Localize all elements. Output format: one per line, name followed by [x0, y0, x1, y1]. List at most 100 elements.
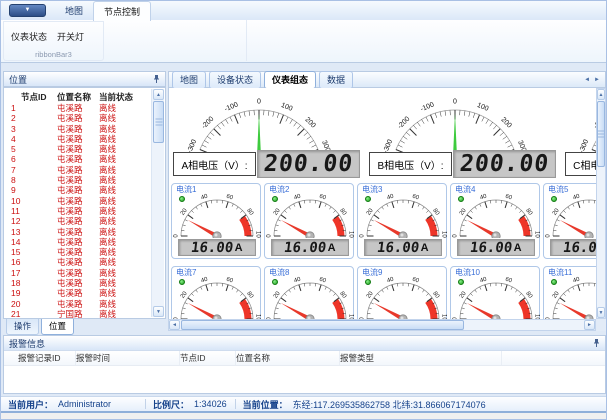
table-row[interactable]: 18屯溪路离线 [4, 278, 151, 288]
voltmeter-label: A相电压（V）: [173, 152, 256, 176]
cell: 屯溪路 [57, 237, 99, 247]
scrollbar-thumb[interactable] [153, 101, 164, 143]
cell: 离线 [99, 154, 139, 164]
table-row[interactable]: 17屯溪路离线 [4, 268, 151, 278]
tab-scroll-right-icon[interactable]: ► [594, 77, 600, 83]
ammeter-digits: 16.00 [562, 240, 596, 256]
doc-tab[interactable]: 仪表组态 [264, 71, 316, 89]
table-row[interactable]: 6屯溪路离线 [4, 154, 151, 164]
cell: 离线 [99, 247, 139, 257]
cell: 离线 [99, 288, 139, 298]
ribbon-buttons: 仪表状态开关灯 [4, 22, 103, 46]
cell: 离线 [99, 113, 139, 123]
table-row[interactable]: 13屯溪路离线 [4, 227, 151, 237]
vertical-scrollbar[interactable]: ▲ ▼ [596, 88, 606, 319]
alarm-column-header[interactable]: 位置名称 [236, 351, 340, 365]
ammeter-display: 16.00A [364, 239, 442, 256]
svg-text:40: 40 [293, 193, 302, 201]
alarm-column-header[interactable]: 报警记录ID [4, 351, 76, 365]
ribbon-tab-row: ▼ 地图节点控制 [1, 1, 606, 20]
status-scale-label: 比例尺： [153, 398, 189, 411]
table-row[interactable]: 19屯溪路离线 [4, 288, 151, 298]
doc-tab[interactable]: 数据 [319, 71, 353, 89]
ribbon-button[interactable]: 开关灯 [52, 27, 89, 46]
svg-text:100: 100 [533, 231, 539, 238]
status-bar: 当前用户： Administrator 比例尺： 1:34026 当前位置： 东… [1, 396, 606, 413]
voltmeter-dial: -300-200-1000100200300 [563, 90, 596, 154]
scrollbar-thumb[interactable] [181, 320, 464, 330]
status-scale-value: 1:34026 [194, 399, 227, 409]
scroll-left-icon[interactable]: ◄ [169, 320, 180, 330]
voltmeter-display: 200.00 [453, 150, 556, 178]
cell: 8 [4, 175, 57, 185]
tab-scroll-left-icon[interactable]: ◄ [584, 77, 590, 83]
table-row[interactable]: 7屯溪路离线 [4, 165, 151, 175]
tab-位置[interactable]: 位置 [41, 319, 74, 335]
svg-text:40: 40 [293, 276, 302, 284]
table-row[interactable]: 5屯溪路离线 [4, 144, 151, 154]
table-row[interactable]: 20屯溪路离线 [4, 299, 151, 309]
cell: 离线 [99, 185, 139, 195]
scroll-right-icon[interactable]: ► [584, 320, 595, 330]
scroll-up-icon[interactable]: ▲ [597, 89, 605, 100]
scrollbar-thumb[interactable] [597, 101, 605, 167]
meter-canvas: -300-200-1000100200300A相电压（V）:200.00-300… [168, 88, 596, 319]
cell: 19 [4, 288, 57, 298]
table-row[interactable]: 2屯溪路离线 [4, 113, 151, 123]
svg-text:40: 40 [572, 276, 581, 284]
scrollbar-corner [596, 319, 606, 331]
table-row[interactable]: 12屯溪路离线 [4, 216, 151, 226]
ribbon-button[interactable]: 仪表状态 [6, 27, 52, 46]
cell: 屯溪路 [57, 175, 99, 185]
ribbon-tab-strip: 地图节点控制 [55, 2, 151, 20]
table-row[interactable]: 10屯溪路离线 [4, 196, 151, 206]
cell: 离线 [99, 103, 139, 113]
table-row[interactable]: 1屯溪路离线 [4, 103, 151, 113]
status-separator [235, 399, 236, 409]
ammeter-display: 16.00A [178, 239, 256, 256]
position-table-scrollbar[interactable]: ▲ ▼ [151, 89, 164, 317]
scroll-down-icon[interactable]: ▼ [597, 307, 605, 318]
voltmeter-display: 200.00 [257, 150, 360, 178]
table-row[interactable]: 9屯溪路离线 [4, 185, 151, 195]
cell: 屯溪路 [57, 257, 99, 267]
ammeter-电流7: 电流702040608010016.00A [171, 266, 261, 319]
svg-text:-200: -200 [397, 115, 412, 130]
voltmeter-1: -300-200-1000100200300A相电压（V）:200.00 [171, 90, 367, 180]
cell: 离线 [99, 227, 139, 237]
table-row[interactable]: 14屯溪路离线 [4, 237, 151, 247]
position-table-body: 1屯溪路离线2屯溪路离线3屯溪路离线4屯溪路离线5屯溪路离线6屯溪路离线7屯溪路… [4, 103, 151, 318]
pin-icon[interactable] [152, 74, 161, 84]
table-row[interactable]: 4屯溪路离线 [4, 134, 151, 144]
doc-tab[interactable]: 地图 [172, 71, 206, 89]
alarm-column-header[interactable]: 节点ID [180, 351, 236, 365]
ribbon-group-divider [246, 20, 247, 61]
cell: 离线 [99, 134, 139, 144]
ribbon-tab[interactable]: 地图 [55, 1, 93, 20]
table-row[interactable]: 16屯溪路离线 [4, 257, 151, 267]
ribbon-tab[interactable]: 节点控制 [93, 1, 151, 21]
app-menu-button[interactable]: ▼ [9, 4, 46, 17]
table-row[interactable]: 15屯溪路离线 [4, 247, 151, 257]
svg-text:40: 40 [386, 193, 395, 201]
table-row[interactable]: 21宁国路离线 [4, 309, 151, 318]
left-bottom-tabs: 操作位置 [6, 319, 74, 335]
svg-text:0: 0 [546, 234, 552, 238]
cell: 屯溪路 [57, 124, 99, 134]
svg-text:0: 0 [174, 234, 180, 238]
pin-icon[interactable] [592, 338, 601, 348]
tab-操作[interactable]: 操作 [6, 319, 39, 335]
ammeter-unit: A [421, 242, 429, 254]
doc-tab[interactable]: 设备状态 [209, 71, 261, 89]
svg-text:60: 60 [411, 194, 420, 202]
ammeter-dial: 020406080100 [358, 192, 449, 238]
alarm-column-header[interactable]: 报警时间 [76, 351, 180, 365]
table-row[interactable]: 11屯溪路离线 [4, 206, 151, 216]
scroll-up-icon[interactable]: ▲ [153, 89, 164, 100]
table-row[interactable]: 3屯溪路离线 [4, 124, 151, 134]
alarm-column-header[interactable]: 报警类型 [340, 351, 502, 365]
scroll-down-icon[interactable]: ▼ [153, 306, 164, 317]
table-row[interactable]: 8屯溪路离线 [4, 175, 151, 185]
cell: 7 [4, 165, 57, 175]
horizontal-scrollbar[interactable]: ◄ ► [168, 319, 596, 331]
